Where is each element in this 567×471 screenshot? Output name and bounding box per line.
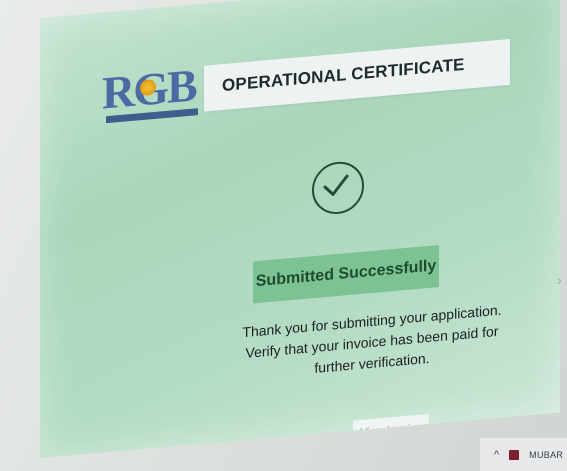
checkmark-icon — [323, 174, 349, 196]
page-title-box: OPERATIONAL CERTIFICATE — [204, 38, 510, 112]
confirmation-message: Thank you for submitting your applicatio… — [238, 299, 506, 385]
app-window: RGB OPERATIONAL CERTIFICATE Submitted Su… — [40, 0, 560, 459]
success-label: Submitted Successfully — [255, 257, 437, 291]
chevron-right-icon: › — [557, 272, 562, 288]
app-icon[interactable] — [509, 449, 520, 460]
tray-caret-icon[interactable]: ^ — [494, 449, 499, 461]
taskbar-app-label[interactable]: MUBAR — [529, 450, 563, 460]
page-title: OPERATIONAL CERTIFICATE — [222, 54, 465, 96]
success-banner: Submitted Successfully — [253, 245, 439, 304]
page-header: RGB OPERATIONAL CERTIFICATE — [102, 35, 510, 125]
rgb-logo: RGB — [102, 59, 198, 124]
taskbar: ^ MUBAR — [480, 438, 567, 471]
check-circle-icon — [312, 159, 364, 217]
view-invoice-button[interactable]: View Invoice — [353, 413, 429, 447]
